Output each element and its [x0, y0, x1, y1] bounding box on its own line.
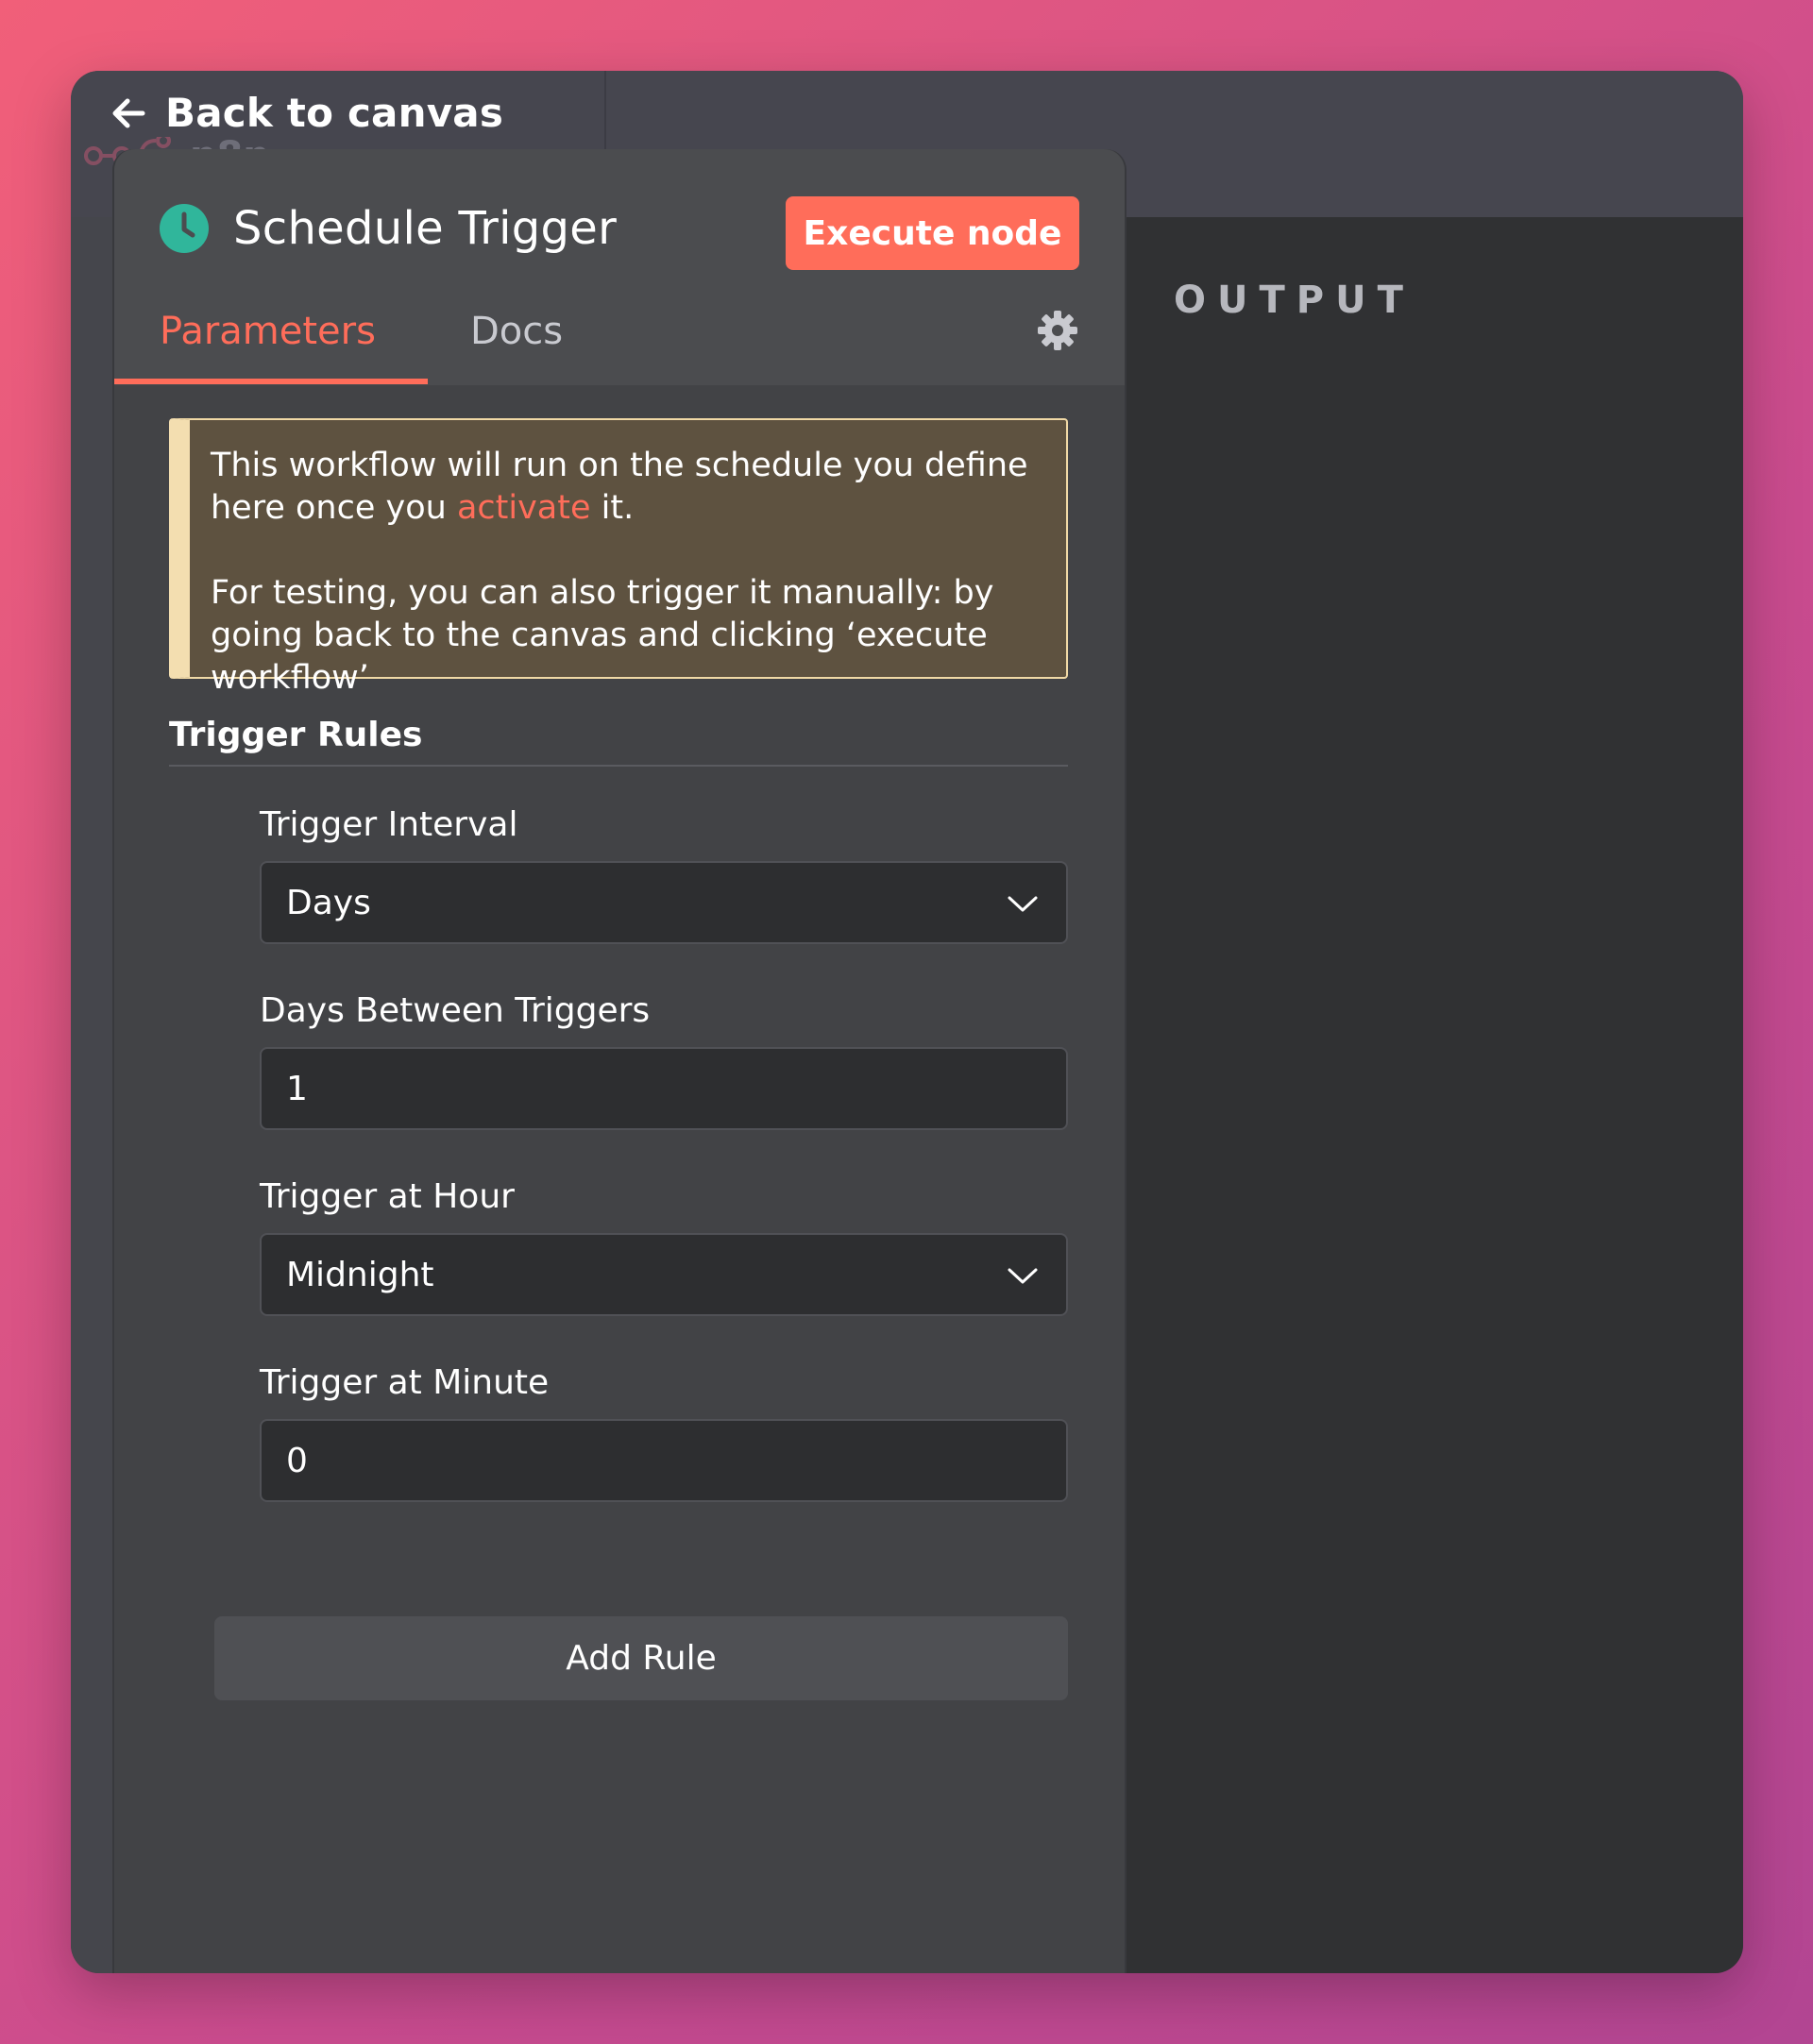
input-panel-edge — [71, 217, 112, 1973]
trigger-hour-select[interactable]: Midnight — [260, 1233, 1068, 1316]
back-to-canvas-button[interactable]: Back to canvas — [109, 90, 503, 136]
tab-docs[interactable]: Docs — [470, 310, 563, 353]
panel-header: Schedule Trigger Execute node Parameters… — [114, 149, 1125, 385]
active-tab-underline — [114, 379, 428, 384]
trigger-hour-label: Trigger at Hour — [260, 1177, 515, 1216]
tab-parameters[interactable]: Parameters — [160, 310, 376, 353]
chevron-down-icon — [1008, 1268, 1038, 1284]
notice-line-2: For testing, you can also trigger it man… — [211, 574, 994, 697]
trigger-minute-input[interactable]: 0 — [260, 1419, 1068, 1502]
trigger-minute-value: 0 — [286, 1441, 308, 1480]
days-between-input[interactable]: 1 — [260, 1047, 1068, 1130]
node-title: Schedule Trigger — [233, 202, 618, 255]
trigger-interval-select[interactable]: Days — [260, 861, 1068, 944]
arrow-left-icon — [109, 93, 148, 133]
section-divider — [169, 765, 1068, 767]
activation-notice: This workflow will run on the schedule y… — [169, 418, 1068, 697]
days-between-label: Days Between Triggers — [260, 991, 651, 1030]
notice-text-end: it. — [590, 489, 635, 527]
parameters-panel: Schedule Trigger Execute node Parameters… — [112, 149, 1127, 1973]
trigger-interval-value: Days — [286, 883, 371, 922]
days-between-value: 1 — [286, 1069, 308, 1108]
execute-node-button[interactable]: Execute node — [786, 196, 1079, 270]
add-rule-button[interactable]: Add Rule — [214, 1616, 1068, 1700]
trigger-interval-label: Trigger Interval — [260, 805, 518, 844]
notice-line-1: This workflow will run on the schedule y… — [211, 445, 1047, 530]
activate-link[interactable]: activate — [457, 489, 591, 527]
output-panel: OUTPUT — [1127, 217, 1743, 1973]
trigger-hour-value: Midnight — [286, 1255, 434, 1294]
chevron-down-icon — [1008, 896, 1038, 912]
back-to-canvas-label: Back to canvas — [165, 90, 504, 136]
clock-icon — [160, 204, 209, 253]
gear-icon[interactable] — [1037, 310, 1078, 351]
trigger-minute-label: Trigger at Minute — [260, 1363, 550, 1402]
trigger-rules-title: Trigger Rules — [169, 716, 423, 754]
ndv-window: n8n Back to canvas OUTPUT Schedule Trigg… — [71, 71, 1743, 1973]
output-title: OUTPUT — [1174, 279, 1415, 322]
